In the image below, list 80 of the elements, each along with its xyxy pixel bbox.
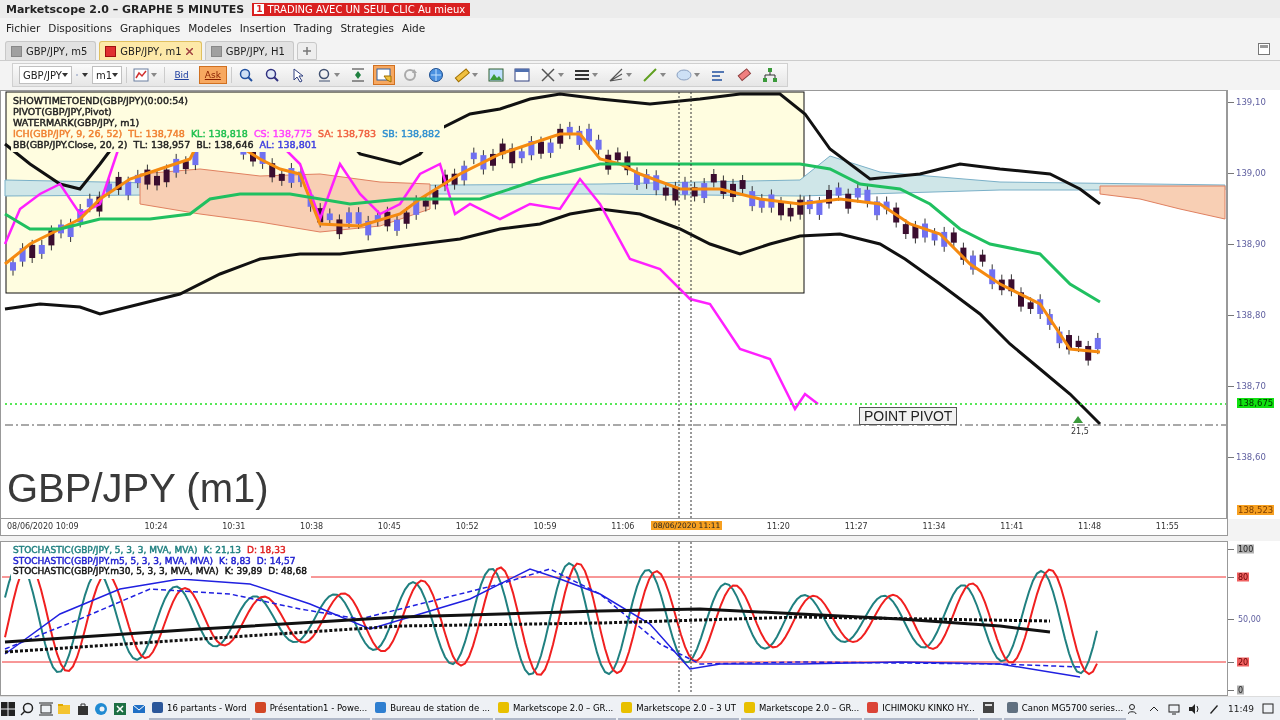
price-tick: 138,80	[1236, 310, 1266, 320]
chart-watermark: GBP/JPY (m1)	[7, 466, 269, 511]
time-label: 11:34	[922, 522, 946, 531]
legend-text: D: 14,57	[256, 555, 296, 566]
signal-value: 21,5	[1071, 427, 1089, 436]
legend-text: SB: 138,882	[382, 128, 441, 139]
time-label: 10:31	[222, 522, 246, 531]
taskbar-app[interactable]: ICHIMOKU KINKO HY...	[864, 697, 978, 720]
legend-text: K: 39,89	[224, 566, 263, 577]
legend-text: KL: 138,818	[190, 128, 248, 139]
menu-item[interactable]: Aide	[398, 22, 430, 34]
time-label: 11:55	[1155, 522, 1179, 531]
price-tick: 138,60	[1236, 452, 1266, 462]
low-price-tag: 138,523	[1237, 505, 1275, 515]
time-label: 11:20	[766, 522, 790, 531]
taskbar-app[interactable]: Présentation1 - Powe...	[251, 697, 371, 720]
legend-text: AL: 138,801	[259, 139, 317, 150]
legend-text: SHOWTIMETOEND(GBP/JPY)(0:00:54)	[13, 95, 188, 106]
promo-text: TRADING AVEC UN SEUL CLIC Au mieux	[267, 3, 466, 15]
time-label: 10:52	[455, 522, 479, 531]
time-label: 11:48	[1078, 522, 1102, 531]
legend-text: BB(GBP/JPY.Close, 20, 2)	[13, 139, 128, 150]
chart-tab[interactable]: GBP/JPY, m5	[5, 41, 97, 60]
time-label: 11:41	[1000, 522, 1024, 531]
menu-item[interactable]: Strategies	[336, 22, 398, 34]
menu-item[interactable]: Modeles	[184, 22, 236, 34]
price-tick: 138,90	[1236, 239, 1266, 249]
time-label: 11:06	[611, 522, 635, 531]
legend-text: STOCHASTIC(GBP/JPY, 5, 3, 3, MVA, MVA)	[13, 545, 198, 556]
price-tick: 139,00	[1236, 168, 1266, 178]
symbol-dropdown[interactable]: GBP/JPY	[19, 66, 72, 84]
window-title: Marketscope 2.0 – GRAPHE 5 MINUTES	[6, 2, 245, 16]
menu-item[interactable]: Dispositions	[44, 22, 116, 34]
legend-text: PIVOT(GBP/JPY,Pivot)	[13, 106, 112, 117]
legend-text: K: 8,83	[219, 555, 251, 566]
legend-text: TL: 138,957	[133, 139, 191, 150]
legend-text: D: 48,68	[268, 566, 307, 577]
time-label: 10:38	[300, 522, 324, 531]
time-label: 10:45	[377, 522, 401, 531]
taskbar-app[interactable]: Marketscope 2.0 – GR...	[495, 697, 617, 720]
legend-text: STOCHASTIC(GBP/JPY.m30, 5, 3, 3, MVA, MVA)	[13, 566, 219, 577]
pivot-label: POINT PIVOT	[859, 407, 958, 425]
chart-tab[interactable]: GBP/JPY, H1	[204, 41, 294, 60]
time-label: 10:24	[144, 522, 168, 531]
menu-item[interactable]: Trading	[289, 22, 337, 34]
stochastic-level-label: 0	[1237, 685, 1245, 695]
legend-text: K: 21,13	[203, 545, 242, 556]
stochastic-level-label: 50,00	[1237, 614, 1262, 624]
stochastic-level-label: 20	[1237, 657, 1250, 667]
taskbar-app[interactable]: Marketscope 2.0 – 3 UT	[618, 697, 739, 720]
stochastic-level-label: 100	[1237, 544, 1255, 554]
taskbar-app[interactable]: Bureau de station de ...	[372, 697, 493, 720]
legend-text: CS: 138,775	[253, 128, 313, 139]
promo-banner[interactable]: 1 TRADING AVEC UN SEUL CLIC Au mieux	[252, 2, 471, 16]
time-label: 11:27	[844, 522, 868, 531]
legend-text: D: 18,33	[247, 545, 286, 556]
time-label: 08/06/2020 10:09	[7, 522, 79, 531]
legend-text: STOCHASTIC(GBP/JPY.m5, 5, 3, 3, MVA, MVA)	[13, 555, 213, 566]
price-button[interactable]: Bid	[168, 66, 195, 84]
clock: 11:49	[1228, 703, 1255, 714]
menu-item[interactable]: Fichier	[2, 22, 45, 34]
price-tick: 138,70	[1236, 381, 1266, 391]
timeframe-dropdown[interactable]: m1	[92, 66, 123, 84]
current-price-tag: 138,675	[1237, 398, 1275, 408]
time-label: 10:59	[533, 522, 557, 531]
menu-item[interactable]: Insertion	[235, 22, 290, 34]
taskbar-app[interactable]: 16 partants - Word	[149, 697, 250, 720]
price-tick: 139,10	[1236, 97, 1266, 107]
legend-text: SA: 138,783	[318, 128, 377, 139]
menu-item[interactable]: Graphiques	[115, 22, 185, 34]
price-button[interactable]: Ask	[198, 66, 227, 84]
chart-tab[interactable]: GBP/JPY, m1	[99, 41, 202, 60]
taskbar-app[interactable]: Canon MG5700 series...	[1003, 697, 1127, 720]
legend-text: TL: 138,748	[128, 128, 185, 139]
legend-text: WATERMARK(GBP/JPY, m1)	[13, 117, 140, 128]
taskbar-app[interactable]: Marketscope 2.0 – GR...	[740, 697, 863, 720]
stochastic-level-label: 80	[1237, 572, 1250, 582]
legend-text: ICH(GBP/JPY, 9, 26, 52)	[13, 128, 123, 139]
legend-text: BL: 138,646	[196, 139, 254, 150]
promo-badge: 1	[254, 4, 265, 14]
